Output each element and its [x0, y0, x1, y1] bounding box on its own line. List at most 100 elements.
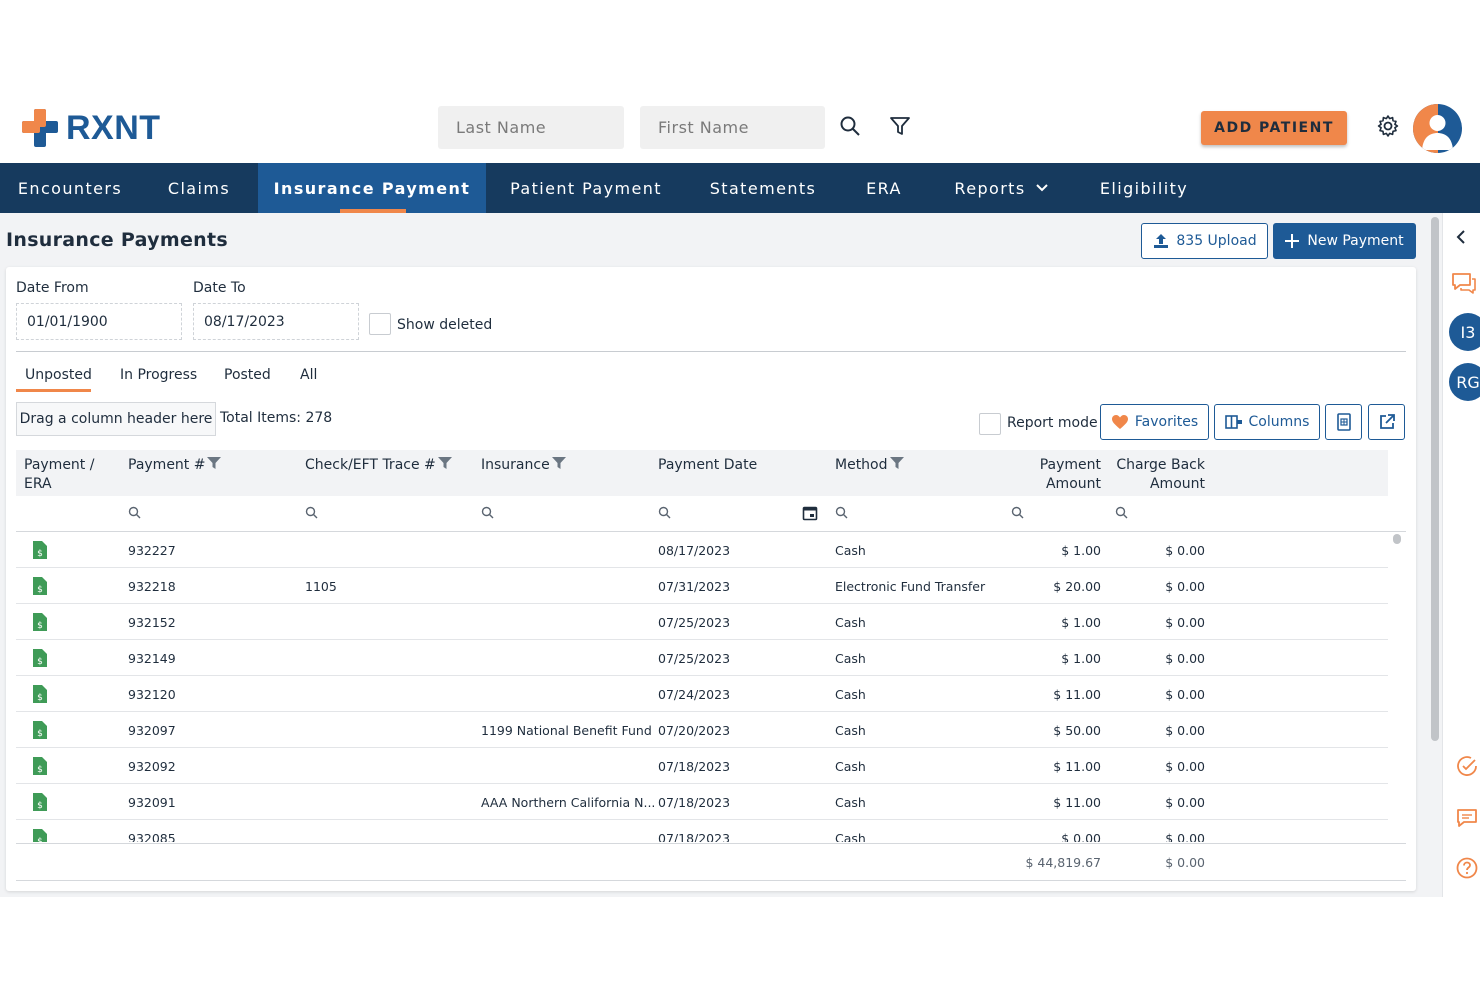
grid-scrollbar[interactable] [1390, 532, 1406, 842]
col-payment-date[interactable]: Payment Date [658, 456, 757, 475]
tab-in-progress[interactable]: In Progress [120, 367, 197, 389]
search-icon[interactable] [658, 506, 671, 519]
tab-unposted[interactable]: Unposted [16, 367, 92, 392]
payment-document-icon[interactable]: $ [33, 757, 47, 775]
svg-text:$: $ [37, 765, 43, 775]
check-circle-icon[interactable] [1456, 755, 1478, 777]
table-row[interactable]: $ 932218 1105 07/31/2023 Electronic Fund… [16, 568, 1388, 604]
column-filter-icon[interactable] [207, 456, 222, 470]
table-row[interactable]: $ 932227 08/17/2023 Cash $ 1.00 $ 0.00 [16, 532, 1388, 568]
tab-posted[interactable]: Posted [224, 367, 271, 389]
nav-patient-payment[interactable]: Patient Payment [486, 163, 686, 213]
add-patient-button[interactable]: ADD PATIENT [1201, 111, 1347, 145]
total-items: Total Items: 278 [220, 410, 333, 426]
favorites-button[interactable]: Favorites [1100, 404, 1209, 440]
search-button[interactable] [838, 115, 862, 139]
new-payment-button[interactable]: New Payment [1273, 223, 1416, 259]
search-icon[interactable] [835, 506, 848, 519]
col-payment-era[interactable]: Payment / ERA [24, 456, 102, 494]
export-excel-button[interactable] [1325, 404, 1362, 440]
col-chargeback-amount[interactable]: Charge Back Amount [1116, 456, 1205, 494]
payment-document-icon[interactable]: $ [33, 829, 47, 842]
show-deleted-checkbox[interactable] [369, 313, 391, 335]
table-row[interactable]: $ 932120 07/24/2023 Cash $ 11.00 $ 0.00 [16, 676, 1388, 712]
chevron-left-icon[interactable] [1455, 230, 1467, 244]
user-badge-rg[interactable]: RG [1449, 363, 1480, 401]
calendar-icon[interactable] [802, 505, 818, 521]
table-row[interactable]: $ 932152 07/25/2023 Cash $ 1.00 $ 0.00 [16, 604, 1388, 640]
search-icon[interactable] [481, 506, 494, 519]
cell-amount: $ 0.00 [1061, 831, 1101, 842]
payment-document-icon[interactable]: $ [33, 793, 47, 811]
grid-filter-row [16, 496, 1406, 532]
table-row[interactable]: $ 932085 07/18/2023 Cash $ 0.00 $ 0.00 [16, 820, 1388, 842]
col-payment-no[interactable]: Payment # [128, 456, 222, 475]
page-scrollbar[interactable] [1428, 213, 1442, 897]
cell-date: 07/18/2023 [658, 759, 731, 774]
table-row[interactable]: $ 932092 07/18/2023 Cash $ 11.00 $ 0.00 [16, 748, 1388, 784]
date-to-input[interactable] [193, 303, 359, 340]
cell-chargeback: $ 0.00 [1165, 831, 1205, 842]
col-method[interactable]: Method [835, 456, 904, 475]
payment-document-icon[interactable]: $ [33, 613, 47, 631]
cell-payment-no: 932091 [128, 795, 176, 810]
nav-reports[interactable]: Reports [928, 163, 1074, 213]
content-area: Insurance Payments 835 Upload New Paymen… [0, 213, 1428, 897]
column-filter-icon[interactable] [551, 456, 566, 470]
nav-claims[interactable]: Claims [140, 163, 258, 213]
col-insurance[interactable]: Insurance [481, 456, 566, 475]
report-mode-checkbox[interactable] [979, 413, 1001, 435]
group-by-drop-zone[interactable]: Drag a column header here [16, 402, 216, 436]
payment-document-icon[interactable]: $ [33, 541, 47, 559]
nav-encounters[interactable]: Encounters [0, 163, 140, 213]
nav-insurance-payment[interactable]: Insurance Payment [258, 163, 486, 213]
nav-era[interactable]: ERA [840, 163, 928, 213]
nav-label: Eligibility [1099, 178, 1189, 198]
user-avatar[interactable] [1413, 104, 1462, 153]
payment-document-icon[interactable]: $ [33, 685, 47, 703]
search-icon[interactable] [1115, 506, 1128, 519]
page-scrollbar-thumb[interactable] [1431, 217, 1439, 741]
table-row[interactable]: $ 932097 1199 National Benefit Fund 07/2… [16, 712, 1388, 748]
payment-document-icon[interactable]: $ [33, 649, 47, 667]
cell-date: 07/18/2023 [658, 831, 731, 842]
payment-document-icon[interactable]: $ [33, 721, 47, 739]
nav-label: ERA [866, 178, 902, 198]
help-icon[interactable] [1456, 857, 1478, 879]
grid-scrollbar-thumb[interactable] [1393, 534, 1401, 544]
nav-label: Claims [167, 178, 231, 198]
user-badge-i3[interactable]: I3 [1449, 313, 1480, 351]
columns-button[interactable]: Columns [1214, 404, 1320, 440]
grid-totals-row: $ 44,819.67 $ 0.00 [16, 843, 1406, 881]
nav-statements[interactable]: Statements [686, 163, 840, 213]
message-icon[interactable] [1456, 808, 1478, 828]
col-label: Insurance [481, 457, 550, 473]
table-row[interactable]: $ 932091 AAA Northern California N... 07… [16, 784, 1388, 820]
search-icon[interactable] [1011, 506, 1024, 519]
tab-all[interactable]: All [300, 367, 317, 389]
page-title: Insurance Payments [6, 229, 228, 251]
upload-835-button[interactable]: 835 Upload [1141, 223, 1268, 259]
search-icon[interactable] [128, 506, 141, 519]
column-filter-icon[interactable] [437, 456, 452, 470]
settings-button[interactable] [1375, 114, 1401, 140]
table-row[interactable]: $ 932149 07/25/2023 Cash $ 1.00 $ 0.00 [16, 640, 1388, 676]
cell-method: Cash [835, 795, 866, 810]
column-filter-icon[interactable] [889, 456, 904, 470]
spreadsheet-icon [1336, 413, 1351, 431]
filter-button[interactable] [888, 115, 912, 139]
search-icon[interactable] [305, 506, 318, 519]
last-name-input[interactable] [438, 106, 624, 149]
chat-bubbles-icon[interactable] [1451, 271, 1477, 295]
svg-text:$: $ [37, 549, 43, 559]
col-payment-amount[interactable]: Payment Amount [1026, 456, 1101, 494]
grid-body: $ 932227 08/17/2023 Cash $ 1.00 $ 0.00 $… [16, 532, 1388, 842]
nav-eligibility[interactable]: Eligibility [1074, 163, 1214, 213]
col-trace-no[interactable]: Check/EFT Trace # [305, 456, 452, 475]
payment-document-icon[interactable]: $ [33, 577, 47, 595]
date-from-input[interactable] [16, 303, 182, 340]
cell-amount: $ 1.00 [1061, 615, 1101, 630]
share-button[interactable] [1368, 404, 1405, 440]
first-name-input[interactable] [640, 106, 825, 149]
rxnt-logo[interactable]: RXNT [22, 108, 161, 148]
